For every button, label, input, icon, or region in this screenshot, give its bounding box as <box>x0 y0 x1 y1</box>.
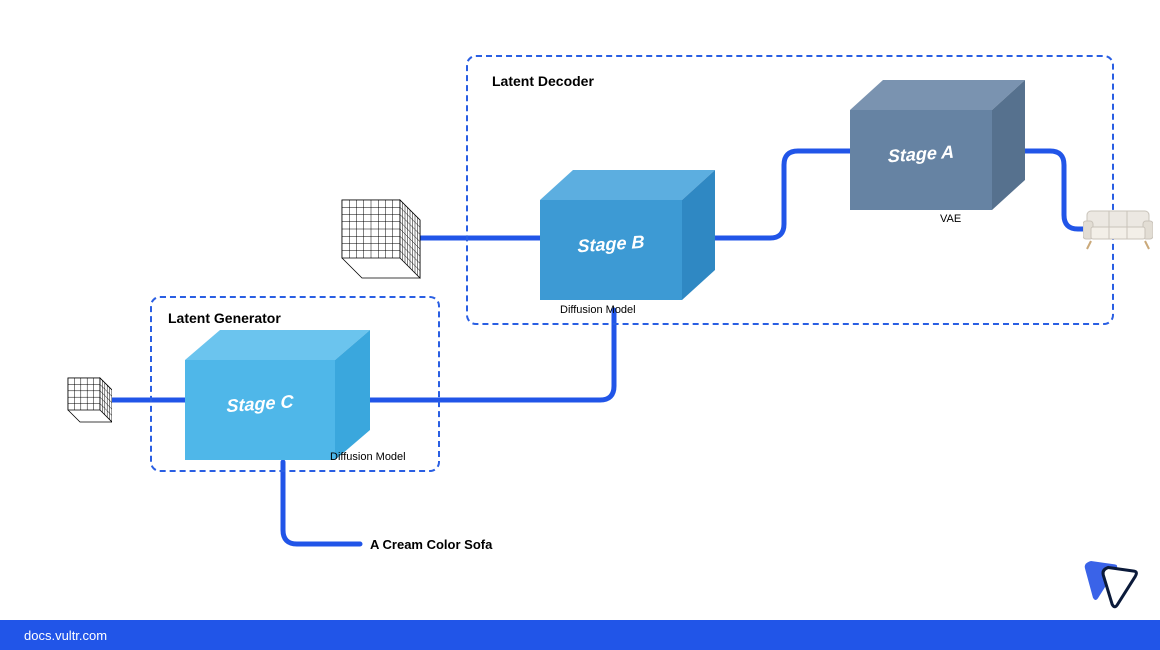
prompt-text: A Cream Color Sofa <box>370 537 492 552</box>
stage-a-cube: Stage A <box>850 80 1040 220</box>
grid-cube-large-icon <box>322 188 422 288</box>
decoder-title: Latent Decoder <box>492 73 594 89</box>
grid-cube-small-icon <box>56 370 112 426</box>
sofa-icon <box>1083 205 1153 251</box>
diagram-canvas: Latent Generator Latent Decoder <box>0 0 1160 650</box>
stage-b-cube: Stage B <box>540 170 730 310</box>
stage-a-sublabel: VAE <box>940 213 961 225</box>
generator-title: Latent Generator <box>168 310 281 326</box>
vultr-logo-icon <box>1080 558 1142 610</box>
stage-c-sublabel: Diffusion Model <box>330 451 406 463</box>
stage-b-sublabel: Diffusion Model <box>560 304 636 316</box>
stage-c-cube: Stage C <box>185 330 385 470</box>
footer-text: docs.vultr.com <box>24 628 107 643</box>
footer-bar: docs.vultr.com <box>0 620 1160 650</box>
